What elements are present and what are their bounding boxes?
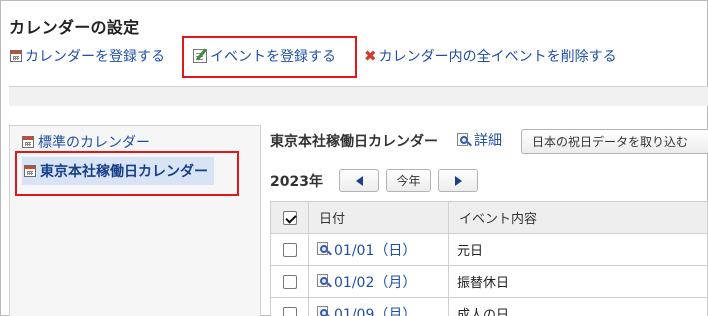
section-divider — [9, 86, 708, 106]
row-checkbox[interactable] — [282, 242, 297, 257]
calendar-icon — [22, 136, 34, 148]
date-cell: 01/09（月） — [308, 297, 449, 316]
event-cell: 成人の日 — [448, 297, 708, 316]
import-holidays-button[interactable]: 日本の祝日データを取り込む — [521, 129, 708, 154]
page-title: カレンダーの設定 — [9, 18, 140, 37]
date-link[interactable]: 01/02（月） — [317, 272, 448, 292]
row-checkbox[interactable] — [282, 306, 297, 316]
events-table: 日付 イベント内容 01/01（日） 元日 01/02（月） 振替休日 01/0… — [270, 201, 708, 316]
column-header-date: 日付 — [308, 201, 449, 234]
prev-arrow-icon — [355, 175, 363, 186]
date-cell: 01/01（日） — [308, 233, 449, 266]
calendar-item-label: 標準のカレンダー — [38, 135, 150, 151]
register-calendar-label: カレンダーを登録する — [25, 49, 165, 65]
table-row: 01/02（月） 振替休日 — [270, 265, 708, 298]
table-header-row: 日付 イベント内容 — [270, 201, 708, 234]
delete-x-icon: ✖ — [364, 46, 377, 65]
row-checkbox[interactable] — [282, 274, 297, 289]
magnifier-icon — [317, 242, 332, 257]
next-arrow-icon — [454, 175, 462, 186]
column-header-event: イベント内容 — [448, 201, 708, 234]
register-calendar-link[interactable]: カレンダーを登録する — [10, 46, 165, 66]
magnifier-icon — [317, 274, 332, 289]
date-link[interactable]: 01/09（月） — [317, 304, 448, 316]
detail-link[interactable]: 詳細 — [457, 130, 502, 150]
select-all-cell — [270, 201, 309, 234]
calendar-title: 東京本社稼働日カレンダー — [270, 134, 438, 150]
magnifier-icon — [317, 306, 332, 316]
next-year-button[interactable] — [438, 169, 478, 192]
select-all-checkbox[interactable] — [282, 210, 297, 225]
magnifier-icon — [457, 132, 472, 148]
date-label: 01/09（月） — [334, 306, 417, 316]
row-select-cell — [270, 265, 309, 298]
this-year-button[interactable]: 今年 — [386, 169, 431, 192]
date-cell: 01/02（月） — [308, 265, 449, 298]
date-label: 01/01（日） — [334, 242, 417, 259]
date-label: 01/02（月） — [334, 274, 417, 291]
highlight-register-event — [182, 36, 357, 78]
event-cell: 元日 — [448, 233, 708, 266]
year-label: 2023年 — [270, 174, 323, 190]
prev-year-button[interactable] — [339, 169, 379, 192]
row-select-cell — [270, 233, 309, 266]
calendar-item-standard[interactable]: 標準のカレンダー — [22, 132, 150, 152]
table-row: 01/09（月） 成人の日 — [270, 297, 708, 316]
delete-all-events-label: カレンダー内の全イベントを削除する — [378, 49, 617, 65]
row-select-cell — [270, 297, 309, 316]
calendar-icon — [10, 50, 22, 62]
delete-all-events-link[interactable]: ✖ カレンダー内の全イベントを削除する — [364, 46, 617, 66]
event-cell: 振替休日 — [448, 265, 708, 298]
date-link[interactable]: 01/01（日） — [317, 240, 448, 260]
table-row: 01/01（日） 元日 — [270, 233, 708, 266]
detail-label: 詳細 — [474, 133, 502, 149]
highlight-selected-calendar — [15, 151, 239, 196]
